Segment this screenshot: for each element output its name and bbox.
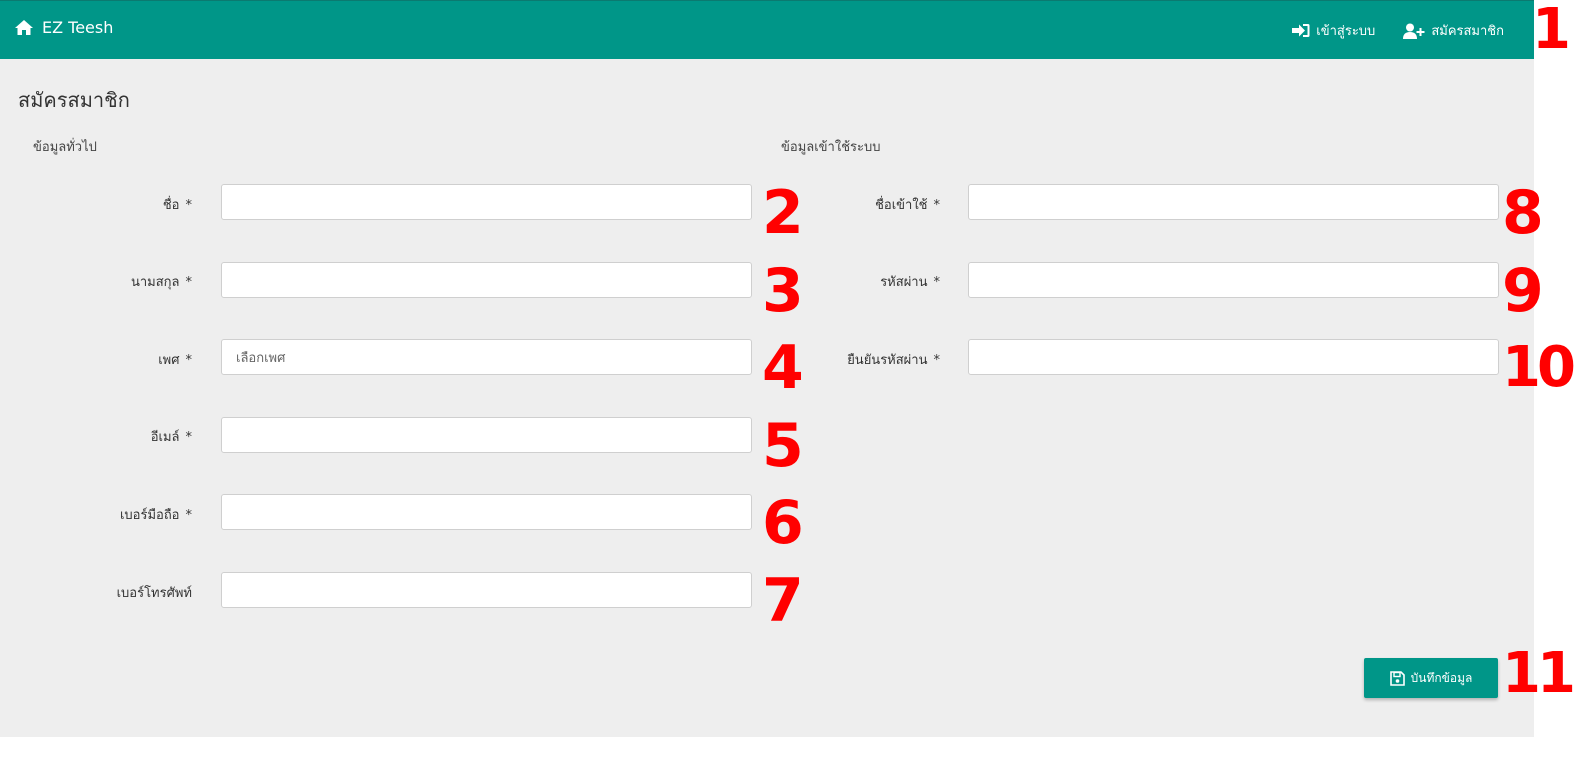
phone-input[interactable] [221,572,752,608]
username-label: ชื่อเข้าใช้ * [875,198,941,213]
last-name-input[interactable] [221,262,752,298]
home-icon [15,20,33,35]
required-mark: * [185,353,193,368]
annotation-3: 3 [762,256,804,326]
required-mark: * [185,198,193,213]
phone-label: เบอร์โทรศัพท์ [116,586,192,601]
save-button[interactable]: บันทึกข้อมูล [1364,658,1498,698]
brand-link[interactable]: EZ Teesh [14,18,113,37]
annotation-1: 1 [1532,0,1571,62]
mobile-input[interactable] [221,494,752,530]
required-mark: * [185,430,193,445]
required-mark: * [933,198,941,213]
annotation-2: 2 [762,178,804,248]
gender-label: เพศ * [158,353,193,368]
annotation-5: 5 [762,411,804,481]
general-info-heading: ข้อมูลทั่วไป [33,140,97,155]
password-input[interactable] [968,262,1499,298]
sign-in-icon [1292,24,1310,37]
annotation-6: 6 [762,488,804,558]
required-mark: * [933,353,941,368]
gender-select-value: เลือกเพศ [236,350,286,366]
required-mark: * [185,508,193,523]
first-name-input[interactable] [221,184,752,220]
confirm-password-input[interactable] [968,339,1499,375]
top-navbar: EZ Teesh เข้าสู่ระบบ สมัครสมาชิก [0,0,1534,59]
email-label: อีเมล์ * [150,430,193,445]
last-name-label: นามสกุล * [130,275,193,290]
save-button-label: บันทึกข้อมูล [1410,670,1473,685]
annotation-7: 7 [762,566,804,636]
email-input[interactable] [221,417,752,453]
password-label: รหัสผ่าน * [880,275,941,290]
gender-select[interactable]: เลือกเพศ [221,339,752,375]
annotation-10: 10 [1502,335,1576,400]
login-info-heading: ข้อมูลเข้าใช้ระบบ [781,140,881,155]
user-plus-icon [1403,23,1425,39]
first-name-label: ชื่อ * [162,198,193,213]
register-link[interactable]: สมัครสมาชิก [1403,20,1504,41]
annotation-8: 8 [1502,178,1544,248]
annotation-9: 9 [1502,256,1544,326]
annotation-4: 4 [762,333,804,403]
required-mark: * [933,275,941,290]
confirm-password-label: ยืนยันรหัสผ่าน * [847,353,941,368]
page-title: สมัครสมาชิก [18,88,130,112]
login-label: เข้าสู่ระบบ [1316,24,1376,39]
register-label: สมัครสมาชิก [1431,24,1504,39]
brand-name: EZ Teesh [42,18,114,37]
annotation-11: 11 [1502,641,1576,706]
login-link[interactable]: เข้าสู่ระบบ [1292,20,1375,41]
mobile-label: เบอร์มือถือ * [119,508,193,523]
floppy-disk-icon [1389,670,1405,686]
username-input[interactable] [968,184,1499,220]
required-mark: * [185,275,193,290]
